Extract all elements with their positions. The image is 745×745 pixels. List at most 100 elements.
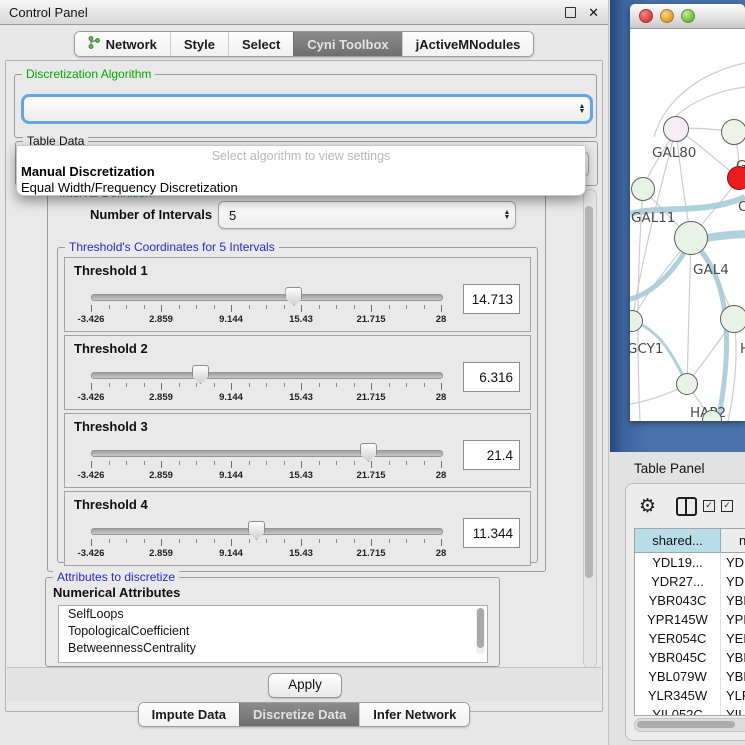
tick-mark xyxy=(424,461,425,465)
attribute-list-item[interactable]: SelfLoops xyxy=(59,606,487,623)
tick-mark xyxy=(319,461,320,465)
interval-definition-group: Interval Definition Number of Intervals … xyxy=(47,193,546,572)
cell-shared-name: YBR045C xyxy=(635,648,721,667)
attribute-list-item[interactable]: TopologicalCoefficient xyxy=(59,623,487,640)
tick-label: 15.43 xyxy=(289,548,313,559)
apply-button[interactable]: Apply xyxy=(268,673,342,698)
combo-stepper-icon[interactable]: ▲▼ xyxy=(499,210,515,220)
tick-mark xyxy=(196,383,197,387)
dropdown-item[interactable]: Equal Width/Frequency Discretization xyxy=(17,179,585,195)
bottom-tab-bar: Impute DataDiscretize DataInfer Network xyxy=(0,702,608,727)
combo-stepper-icon[interactable]: ▲▼ xyxy=(574,97,590,121)
close-traffic-light-icon[interactable] xyxy=(639,9,653,23)
tick-label: 15.43 xyxy=(289,470,313,481)
table-header-row: shared... n xyxy=(635,529,745,553)
cell-shared-name: YDL19... xyxy=(635,553,721,572)
table-row[interactable]: YDR27...YDR2 xyxy=(635,572,745,591)
cell-name: YBR0 xyxy=(721,591,745,610)
panel-scrollbar[interactable] xyxy=(583,189,597,669)
slider-thumb[interactable] xyxy=(192,365,209,384)
gear-icon[interactable]: ⚙ xyxy=(639,497,656,516)
tab-jactivemnodules[interactable]: jActiveMNodules xyxy=(402,32,534,56)
checkbox-checked-icon[interactable]: ✓ xyxy=(703,500,715,512)
slider-track[interactable] xyxy=(91,372,443,379)
slider-track[interactable] xyxy=(91,294,443,301)
threshold-value-field[interactable]: 6.316 xyxy=(463,362,520,392)
table-horizontal-scrollbar[interactable] xyxy=(634,718,745,732)
table-row[interactable]: YBL079WYBL0 xyxy=(635,667,745,686)
table-row[interactable]: YBR045CYBR0 xyxy=(635,648,745,667)
column-split-icon[interactable] xyxy=(676,497,697,516)
table-row[interactable]: YER054CYER0 xyxy=(635,629,745,648)
tick-mark xyxy=(126,305,127,309)
network-node-h[interactable] xyxy=(720,305,745,333)
threshold-label: Threshold 4 xyxy=(74,497,148,512)
zoom-traffic-light-icon[interactable] xyxy=(681,9,695,23)
network-node-gal80[interactable] xyxy=(663,116,689,142)
tab-network[interactable]: Network xyxy=(75,32,170,56)
close-icon[interactable]: ✕ xyxy=(588,6,599,19)
tab-discretize-data[interactable]: Discretize Data xyxy=(239,703,359,726)
table-row[interactable]: YIL052CYIL0 xyxy=(635,705,745,716)
tick-mark xyxy=(371,461,372,468)
list-scrollbar[interactable] xyxy=(476,608,485,654)
network-node-ga[interactable] xyxy=(721,119,745,145)
algorithm-combobox[interactable]: ▲▼ xyxy=(21,94,593,124)
tick-mark xyxy=(161,539,162,546)
num-intervals-combobox[interactable]: 5 ▲▼ xyxy=(218,201,516,229)
slider-track[interactable] xyxy=(91,450,443,457)
network-node-gal4[interactable] xyxy=(674,221,708,255)
dropdown-item[interactable]: Manual Discretization xyxy=(17,163,585,179)
slider-thumb[interactable] xyxy=(285,287,302,306)
network-node-c[interactable] xyxy=(727,166,745,190)
tick-label: 2.859 xyxy=(149,392,173,403)
scrollbar-thumb[interactable] xyxy=(585,206,593,578)
network-node-gal11[interactable] xyxy=(631,177,655,201)
threshold-value-field[interactable]: 14.713 xyxy=(463,284,520,314)
threshold-value-field[interactable]: 11.344 xyxy=(463,518,520,548)
checkbox-checked-icon[interactable]: ✓ xyxy=(721,500,733,512)
column-header-name[interactable]: n xyxy=(721,529,745,552)
tick-mark xyxy=(231,383,232,390)
tick-mark xyxy=(231,539,232,546)
tab-cyni-toolbox[interactable]: Cyni Toolbox xyxy=(293,32,401,56)
tab-select[interactable]: Select xyxy=(228,32,293,56)
table-row[interactable]: YDL19...YDL1 xyxy=(635,553,745,572)
tick-label: -3.426 xyxy=(78,392,105,403)
numerical-attributes-list[interactable]: SelfLoopsTopologicalCoefficientBetweenne… xyxy=(58,605,488,663)
tab-label: Cyni Toolbox xyxy=(307,37,388,52)
tick-mark xyxy=(319,305,320,309)
table-row[interactable]: YBR043CYBR0 xyxy=(635,591,745,610)
attribute-list-item[interactable]: BetweennessCentrality xyxy=(59,640,487,657)
float-window-icon[interactable] xyxy=(565,7,576,18)
tick-mark xyxy=(179,383,180,387)
slider-track[interactable] xyxy=(91,528,443,535)
table-row[interactable]: YLR345WYLR3 xyxy=(635,686,745,705)
node-label-gal80: GAL80 xyxy=(652,145,696,161)
tick-mark xyxy=(266,539,267,543)
tick-mark xyxy=(389,539,390,543)
tick-mark xyxy=(126,539,127,543)
slider-thumb[interactable] xyxy=(248,521,265,540)
tick-label: 21.715 xyxy=(356,548,385,559)
tab-style[interactable]: Style xyxy=(170,32,228,56)
tick-mark xyxy=(301,305,302,312)
column-header-shared-name[interactable]: shared... xyxy=(635,529,721,552)
tick-mark xyxy=(109,383,110,387)
threshold-value-field[interactable]: 21.4 xyxy=(463,440,520,470)
threshold-panel-2: Threshold 2-3.4262.8599.14415.4321.71528… xyxy=(64,335,531,410)
node-table[interactable]: shared... n YDL19...YDL1YDR27...YDR2YBR0… xyxy=(634,528,745,716)
minimize-traffic-light-icon[interactable] xyxy=(660,9,674,23)
table-row[interactable]: YPR145WYPR1 xyxy=(635,610,745,629)
network-node-hap2[interactable] xyxy=(676,373,698,395)
threshold-panel-1: Threshold 1-3.4262.8599.14415.4321.71528… xyxy=(64,257,531,332)
tab-impute-data[interactable]: Impute Data xyxy=(139,703,239,726)
scrollbar-thumb[interactable] xyxy=(637,721,735,728)
slider-thumb[interactable] xyxy=(360,443,377,462)
tick-label: 28 xyxy=(436,470,447,481)
tick-mark xyxy=(424,305,425,309)
tick-mark xyxy=(301,383,302,390)
tab-infer-network[interactable]: Infer Network xyxy=(359,703,469,726)
tick-mark xyxy=(214,383,215,387)
network-canvas[interactable]: GAL80GACGAL11GAL4GCY1HHAP2 xyxy=(630,29,745,421)
